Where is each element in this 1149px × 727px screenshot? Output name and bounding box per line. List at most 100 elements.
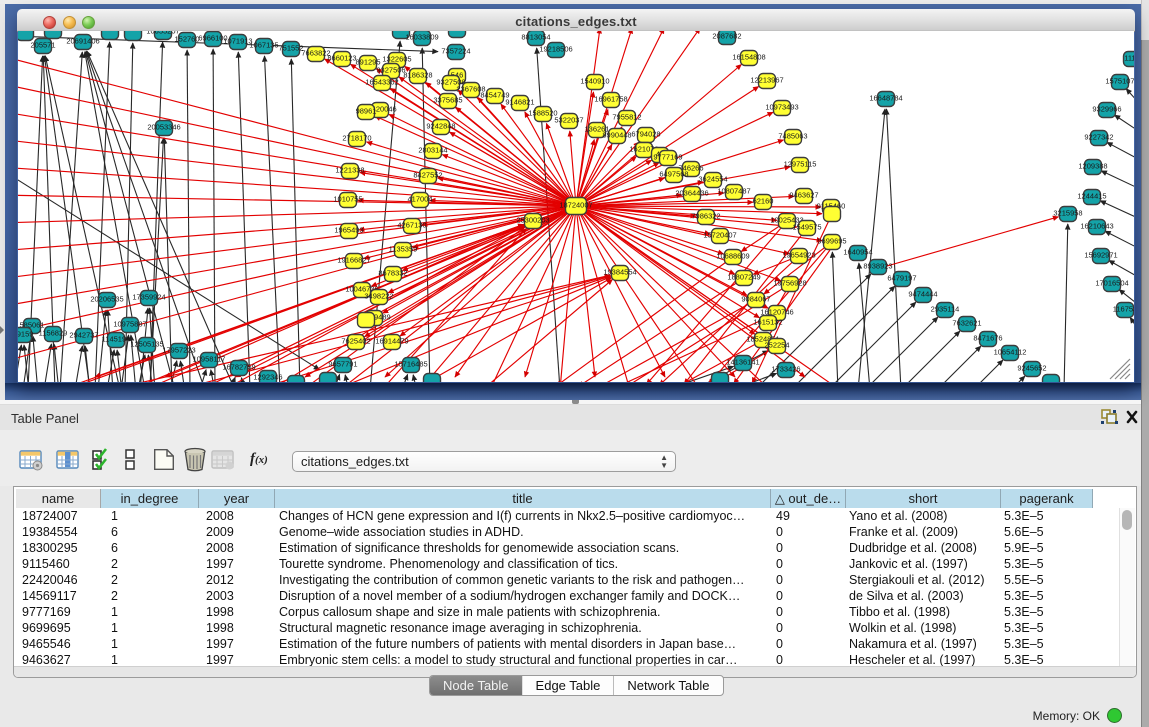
svg-text:16033809: 16033809 — [405, 33, 438, 42]
svg-text:751552: 751552 — [278, 44, 303, 53]
svg-text:7632621: 7632621 — [952, 319, 981, 328]
svg-text:2087682: 2087682 — [712, 32, 741, 41]
svg-text:1733426: 1733426 — [771, 365, 800, 374]
svg-text:152760: 152760 — [174, 35, 199, 44]
svg-text:1244415: 1244415 — [1077, 192, 1106, 201]
svg-text:1640954: 1640954 — [843, 248, 872, 257]
svg-text:9245652: 9245652 — [1017, 364, 1046, 373]
svg-text:18807249: 18807249 — [727, 273, 760, 282]
svg-text:12213967: 12213967 — [750, 76, 783, 85]
svg-text:19218506: 19218506 — [539, 45, 572, 54]
svg-text:1209388: 1209388 — [1078, 162, 1107, 171]
svg-text:1221338: 1221338 — [335, 166, 364, 175]
svg-text:1156829: 1156829 — [39, 329, 68, 338]
svg-text:10975887: 10975887 — [113, 320, 146, 329]
svg-text:7485063: 7485063 — [778, 132, 807, 141]
svg-text:6497568: 6497568 — [659, 170, 688, 179]
svg-text:3498222: 3498222 — [364, 292, 393, 301]
svg-text:16648784: 16648784 — [869, 94, 902, 103]
svg-text:20053346: 20053346 — [147, 123, 180, 132]
svg-text:252254: 252254 — [764, 341, 789, 350]
svg-text:16154808: 16154808 — [732, 53, 765, 62]
svg-text:2935114: 2935114 — [931, 305, 960, 314]
svg-text:6794028: 6794028 — [631, 130, 660, 139]
svg-text:1588520: 1588520 — [528, 109, 557, 118]
svg-text:10807487: 10807487 — [717, 187, 750, 196]
svg-text:9657791: 9657791 — [328, 360, 357, 369]
svg-text:25300203: 25300203 — [516, 216, 549, 225]
svg-text:116753: 116753 — [1113, 305, 1134, 314]
svg-text:18724007: 18724007 — [559, 201, 592, 210]
svg-text:8813054: 8813054 — [521, 33, 550, 42]
svg-text:98961: 98961 — [356, 107, 377, 116]
svg-text:7357224: 7357224 — [441, 47, 470, 56]
svg-text:1145194: 1145194 — [102, 335, 131, 344]
svg-text:7986322: 7986322 — [691, 212, 720, 221]
svg-text:10958117: 10958117 — [193, 355, 226, 364]
svg-text:2942737: 2942737 — [69, 331, 98, 340]
svg-text:12975115: 12975115 — [784, 160, 817, 169]
svg-text:1071913: 1071913 — [223, 37, 252, 46]
svg-text:9777169: 9777169 — [653, 153, 682, 162]
svg-text:10688609: 10688609 — [716, 252, 749, 261]
svg-text:16543362: 16543362 — [365, 78, 398, 87]
svg-text:1540910: 1540910 — [580, 77, 609, 86]
svg-text:7625402: 7625402 — [341, 337, 370, 346]
svg-text:8660123: 8660123 — [327, 54, 356, 63]
svg-text:1322605: 1322605 — [382, 55, 411, 64]
svg-text:8471676: 8471676 — [973, 334, 1002, 343]
svg-text:15716485: 15716485 — [394, 360, 427, 369]
svg-text:8186328: 8186328 — [403, 71, 432, 80]
svg-text:16210643: 16210643 — [1080, 222, 1113, 231]
svg-text:10973493: 10973493 — [765, 103, 798, 112]
svg-text:1117: 1117 — [1124, 54, 1134, 63]
svg-text:17957223: 17957223 — [162, 346, 195, 355]
svg-text:15692971: 15692971 — [1084, 251, 1117, 260]
svg-text:3624554: 3624554 — [698, 175, 727, 184]
svg-text:1010755: 1010755 — [333, 195, 362, 204]
svg-text:1135359: 1135359 — [389, 245, 418, 254]
svg-text:5322037: 5322037 — [554, 116, 583, 125]
svg-text:1965493: 1965493 — [334, 226, 363, 235]
svg-text:2718170: 2718170 — [342, 134, 371, 143]
svg-text:20691406: 20691406 — [66, 37, 99, 46]
svg-text:20364436: 20364436 — [675, 189, 708, 198]
svg-text:1292346: 1292346 — [253, 373, 282, 382]
svg-text:8678332: 8678332 — [378, 269, 407, 278]
svg-text:7955812: 7955812 — [612, 113, 641, 122]
svg-text:16782759: 16782759 — [222, 363, 255, 372]
svg-text:7663822: 7663822 — [301, 49, 330, 58]
svg-text:3215958: 3215958 — [1053, 209, 1082, 218]
svg-text:62160: 62160 — [753, 197, 774, 206]
svg-text:8990448: 8990448 — [602, 131, 631, 140]
svg-text:1067135: 1067135 — [249, 41, 278, 50]
svg-text:9084067: 9084067 — [741, 295, 770, 304]
svg-text:8427552: 8427552 — [413, 171, 442, 180]
svg-text:8938923: 8938923 — [863, 262, 892, 271]
svg-text:9242848: 9242848 — [426, 122, 455, 131]
svg-text:39159: 39159 — [18, 330, 33, 339]
svg-text:17016504: 17016504 — [1095, 279, 1128, 288]
svg-text:19166827: 19166827 — [337, 256, 370, 265]
svg-text:16914479: 16914479 — [375, 337, 408, 346]
svg-text:3375685: 3375685 — [433, 96, 462, 105]
svg-text:14136141: 14136141 — [726, 358, 759, 367]
svg-text:4267130: 4267130 — [397, 221, 426, 230]
svg-text:2803144: 2803144 — [418, 146, 447, 155]
svg-text:10654112: 10654112 — [994, 348, 1027, 357]
svg-text:417004: 417004 — [407, 195, 432, 204]
svg-text:205571: 205571 — [30, 41, 55, 50]
svg-text:1575107: 1575107 — [1105, 77, 1134, 86]
svg-text:9146821: 9146821 — [505, 98, 534, 107]
svg-text:19756928: 19756928 — [773, 279, 806, 288]
svg-text:9227342: 9227342 — [1084, 133, 1113, 142]
svg-text:19654923: 19654923 — [782, 251, 815, 260]
svg-text:19384554: 19384554 — [603, 268, 636, 277]
svg-text:9463627: 9463627 — [789, 191, 818, 200]
svg-text:15720407: 15720407 — [703, 231, 736, 240]
svg-text:17359924: 17359924 — [132, 293, 165, 302]
svg-text:1549575: 1549575 — [792, 223, 821, 232]
svg-text:9474444: 9474444 — [908, 290, 937, 299]
svg-text:16961758: 16961758 — [594, 95, 627, 104]
svg-text:9329966: 9329966 — [1092, 105, 1121, 114]
